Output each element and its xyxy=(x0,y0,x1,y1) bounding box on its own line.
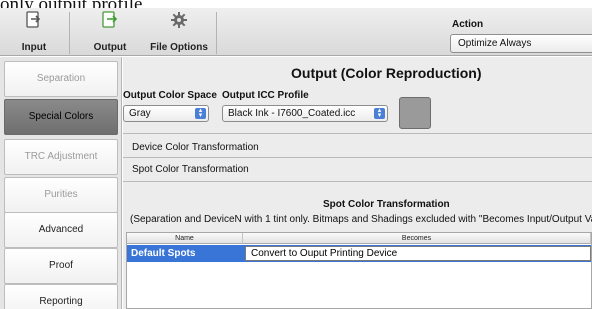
becomes-select[interactable]: Convert to Ouput Printing Device xyxy=(245,246,591,261)
toolbar: Input Output File Options Action Optimiz… xyxy=(0,8,592,56)
output-icc-profile-select[interactable]: Black Ink - I7600_Coated.icc ▴ ▾ xyxy=(222,105,388,122)
color-swatch[interactable] xyxy=(399,97,431,129)
sidebar-item-proof[interactable]: Proof xyxy=(4,248,118,284)
file-options-button[interactable]: File Options xyxy=(146,8,212,56)
input-label: Input xyxy=(21,42,47,53)
divider xyxy=(123,181,592,182)
sidebar-item-trc-adjustment[interactable]: TRC Adjustment xyxy=(4,139,118,175)
sidebar-item-special-colors[interactable]: Special Colors xyxy=(4,99,118,135)
sidebar-item-reporting[interactable]: Reporting xyxy=(4,284,118,309)
spot-color-transformation-label[interactable]: Spot Color Transformation xyxy=(132,164,249,175)
spot-color-table: Name Becomes Default Spots Convert to Ou… xyxy=(126,232,592,309)
toolbar-divider xyxy=(216,12,217,54)
sidebar-item-advanced[interactable]: Advanced xyxy=(4,212,118,248)
main-panel: Output (Color Reproduction) Output Color… xyxy=(123,57,592,309)
popup-arrows-icon: ▴ ▾ xyxy=(195,107,206,119)
popup-arrows-icon: ▴ ▾ xyxy=(374,107,385,119)
divider xyxy=(123,133,592,134)
output-color-space-value: Gray xyxy=(129,108,151,119)
output-color-space-label: Output Color Space xyxy=(123,90,217,101)
device-color-transformation-label[interactable]: Device Color Transformation xyxy=(132,142,259,153)
input-icon xyxy=(26,11,41,28)
spot-section-title: Spot Color Transformation xyxy=(323,199,450,210)
column-header-name[interactable]: Name xyxy=(127,233,243,244)
output-label: Output xyxy=(93,42,127,53)
output-color-space-select[interactable]: Gray ▴ ▾ xyxy=(123,105,209,122)
output-icc-profile-label: Output ICC Profile xyxy=(222,90,309,101)
output-button[interactable]: Output xyxy=(88,8,132,56)
output-icon xyxy=(102,11,118,28)
gear-icon xyxy=(171,12,187,28)
input-button[interactable]: Input xyxy=(14,8,54,56)
output-icc-profile-value: Black Ink - I7600_Coated.icc xyxy=(228,108,356,119)
action-label: Action xyxy=(452,19,484,30)
column-header-becomes[interactable]: Becomes xyxy=(243,233,591,244)
file-options-label: File Options xyxy=(150,42,208,53)
spot-section-description: (Separation and DeviceN with 1 tint only… xyxy=(130,214,592,225)
sidebar-item-purities[interactable]: Purities xyxy=(4,177,118,213)
action-select[interactable]: Optimize Always xyxy=(450,34,592,53)
divider xyxy=(123,157,592,158)
row-name-cell: Default Spots xyxy=(131,248,196,259)
sidebar: Separation Special Colors TRC Adjustment… xyxy=(0,57,122,309)
page-title: Output (Color Reproduction) xyxy=(291,65,482,81)
toolbar-divider xyxy=(69,12,70,54)
sidebar-item-separation[interactable]: Separation xyxy=(4,61,118,97)
